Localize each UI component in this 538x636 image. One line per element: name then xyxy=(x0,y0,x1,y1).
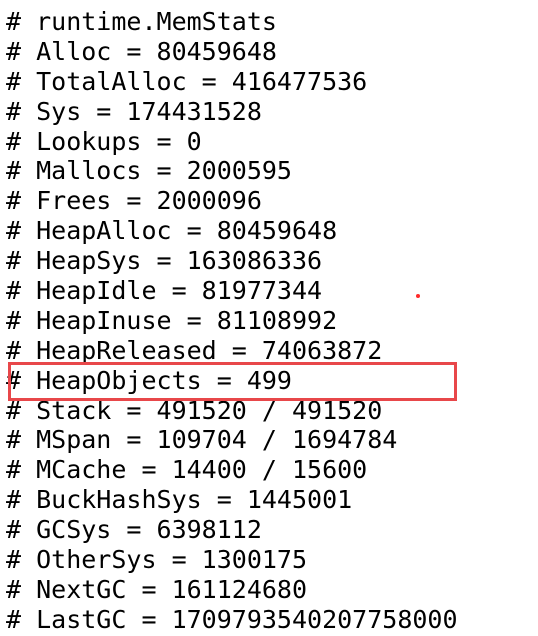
memstats-line: # Lookups = 0 xyxy=(6,126,202,156)
memstats-line: # runtime.MemStats xyxy=(6,7,277,36)
memstats-line: # Mallocs = 2000595 xyxy=(6,156,292,186)
memstats-line: # MSpan = 109704 / 1694784 xyxy=(6,425,398,455)
memstats-line: # OtherSys = 1300175 xyxy=(6,545,308,575)
memstats-line: # HeapSys = 163086336 xyxy=(6,246,323,276)
memstats-line: # HeapIdle = 81977344 xyxy=(6,276,323,306)
memstats-line: # Frees = 2000096 xyxy=(6,186,262,216)
memstats-line: # NextGC = 161124680 xyxy=(6,574,308,604)
red-dot-marker xyxy=(416,294,420,298)
memstats-line: # LastGC = 1709793540207758000 xyxy=(6,604,458,634)
highlight-box xyxy=(8,362,457,401)
memstats-line: # MCache = 14400 / 15600 xyxy=(6,455,368,485)
memstats-line: # HeapAlloc = 80459648 xyxy=(6,216,338,246)
memstats-line: # Alloc = 80459648 xyxy=(6,36,277,66)
memstats-line: # Sys = 174431528 xyxy=(6,96,262,126)
memstats-line: # GCSys = 6398112 xyxy=(6,515,262,545)
memstats-line: # HeapInuse = 81108992 xyxy=(6,305,338,335)
memstats-output: # runtime.MemStats # Alloc = 80459648 # To… xyxy=(6,7,458,635)
memstats-line: # BuckHashSys = 1445001 xyxy=(6,485,353,515)
memstats-line: # TotalAlloc = 416477536 xyxy=(6,66,368,96)
